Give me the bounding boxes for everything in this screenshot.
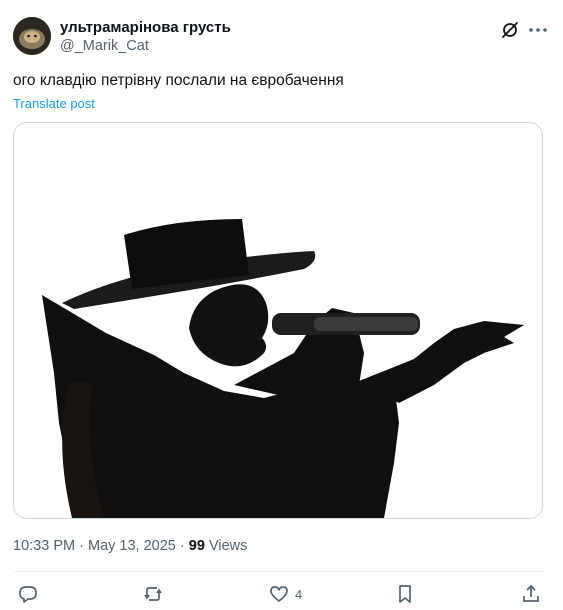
post-text: ого клавдію петрівну послали на євробаче…: [13, 72, 344, 89]
bookmark-icon: [399, 585, 411, 603]
meta-separator: ·: [179, 538, 185, 554]
author-display-name[interactable]: ультрамарінова грусть: [60, 19, 231, 36]
author-handle[interactable]: @_Marik_Cat: [60, 38, 149, 54]
more-options-button[interactable]: [527, 19, 549, 41]
divider: [13, 571, 543, 572]
views-label: Views: [208, 538, 248, 554]
post-meta: 10:33 PM · May 13, 2025 · 99 Views: [13, 538, 247, 554]
share-button[interactable]: [520, 583, 542, 605]
reply-button[interactable]: [17, 583, 39, 605]
share-icon: [523, 584, 539, 602]
bookmark-button[interactable]: [394, 583, 416, 605]
views-count: 99: [188, 538, 205, 554]
post-time[interactable]: 10:33 PM: [13, 538, 75, 554]
heart-icon: [270, 586, 288, 602]
more-dots-icon: [529, 28, 547, 32]
cat-avatar-icon: [13, 17, 51, 55]
grok-button[interactable]: [499, 19, 521, 41]
repost-icon: [144, 587, 162, 601]
post-date[interactable]: May 13, 2025: [88, 538, 176, 554]
avatar[interactable]: [13, 17, 51, 55]
reply-icon: [19, 586, 37, 603]
post-media[interactable]: [13, 122, 543, 519]
silhouette-photo: [14, 123, 542, 518]
like-button[interactable]: 4: [268, 583, 302, 605]
meta-separator: ·: [79, 538, 84, 554]
repost-button[interactable]: [142, 583, 164, 605]
like-count: 4: [295, 586, 303, 602]
grok-icon: [502, 22, 518, 38]
tweet: ультрамарінова грусть @_Marik_Cat ого кл…: [0, 0, 563, 610]
translate-post-link[interactable]: Translate post: [13, 96, 95, 111]
